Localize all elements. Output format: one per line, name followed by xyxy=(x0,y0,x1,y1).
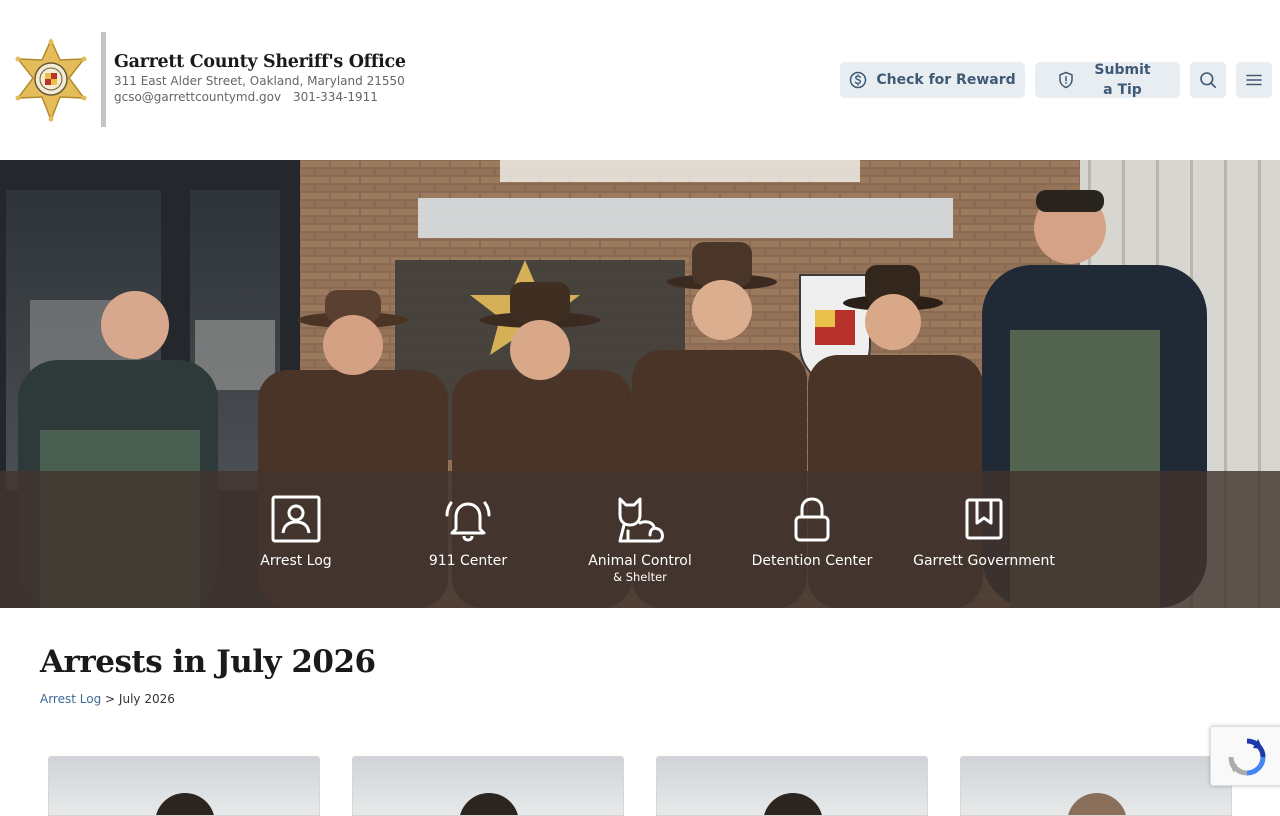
quick-link-911-center[interactable]: 911 Center xyxy=(382,495,554,569)
mugshot-thumbnail xyxy=(763,793,823,815)
911-center-label: 911 Center xyxy=(428,553,508,569)
menu-button[interactable] xyxy=(1236,62,1272,98)
header-divider xyxy=(101,32,106,127)
mugshot-thumbnail xyxy=(1067,793,1127,815)
check-for-reward-label: Check for Reward xyxy=(876,72,1016,88)
animal-control-sublabel: & Shelter xyxy=(613,570,667,584)
arrest-log-label: Arrest Log xyxy=(260,553,332,569)
submit-tip-button[interactable]: Submit a Tip xyxy=(1035,62,1180,98)
org-phone[interactable]: 301-334-1911 xyxy=(293,90,378,104)
quick-link-animal-control[interactable]: Animal Control & Shelter xyxy=(554,495,726,584)
org-address: 311 East Alder Street, Oakland, Maryland… xyxy=(114,74,405,88)
bell-icon xyxy=(445,501,491,542)
breadcrumb-current: July 2026 xyxy=(118,692,175,706)
submit-tip-label: Submit a Tip xyxy=(1094,62,1151,98)
animal-control-label: Animal Control xyxy=(588,553,692,569)
quick-links-bar: Arrest Log 911 Center Animal Control & S… xyxy=(0,471,1280,608)
org-name[interactable]: Garrett County Sheriff's Office xyxy=(114,52,406,72)
lock-icon xyxy=(794,497,830,542)
arrest-card[interactable] xyxy=(656,756,928,816)
sheriff-star-badge-logo[interactable] xyxy=(14,38,88,122)
breadcrumb: Arrest Log > July 2026 xyxy=(40,692,175,706)
hamburger-menu-icon xyxy=(1246,74,1262,86)
page-title: Arrests in July 2026 xyxy=(40,644,376,680)
detention-center-label: Detention Center xyxy=(751,553,873,569)
breadcrumb-arrest-log-link[interactable]: Arrest Log xyxy=(40,692,101,706)
hero-banner: Arrest Log 911 Center Animal Control & S… xyxy=(0,160,1280,608)
quick-link-garrett-government[interactable]: Garrett Government xyxy=(898,495,1070,569)
recaptcha-badge[interactable] xyxy=(1210,726,1280,786)
bookmark-icon xyxy=(965,498,1003,540)
mugshot-thumbnail xyxy=(459,793,519,815)
org-email[interactable]: gcso@garrettcountymd.gov xyxy=(114,90,281,104)
recaptcha-icon xyxy=(1228,738,1266,776)
mugshot-thumbnail xyxy=(155,793,215,815)
search-icon xyxy=(1200,72,1217,89)
cat-icon xyxy=(618,497,664,543)
quick-link-arrest-log[interactable]: Arrest Log xyxy=(210,495,382,569)
shield-icon xyxy=(1058,71,1073,89)
org-contact: gcso@garrettcountymd.gov 301-334-1911 xyxy=(114,90,378,104)
breadcrumb-separator: > xyxy=(105,692,116,706)
dollar-circle-icon xyxy=(850,71,867,89)
check-for-reward-button[interactable]: Check for Reward xyxy=(840,62,1025,98)
garrett-government-label: Garrett Government xyxy=(913,553,1055,569)
arrest-card[interactable] xyxy=(48,756,320,816)
search-button[interactable] xyxy=(1190,62,1226,98)
arrest-card[interactable] xyxy=(352,756,624,816)
site-header: Garrett County Sheriff's Office 311 East… xyxy=(0,0,1280,160)
quick-link-detention-center[interactable]: Detention Center xyxy=(726,495,898,569)
arrest-card[interactable] xyxy=(960,756,1232,816)
portrait-icon xyxy=(271,495,321,543)
